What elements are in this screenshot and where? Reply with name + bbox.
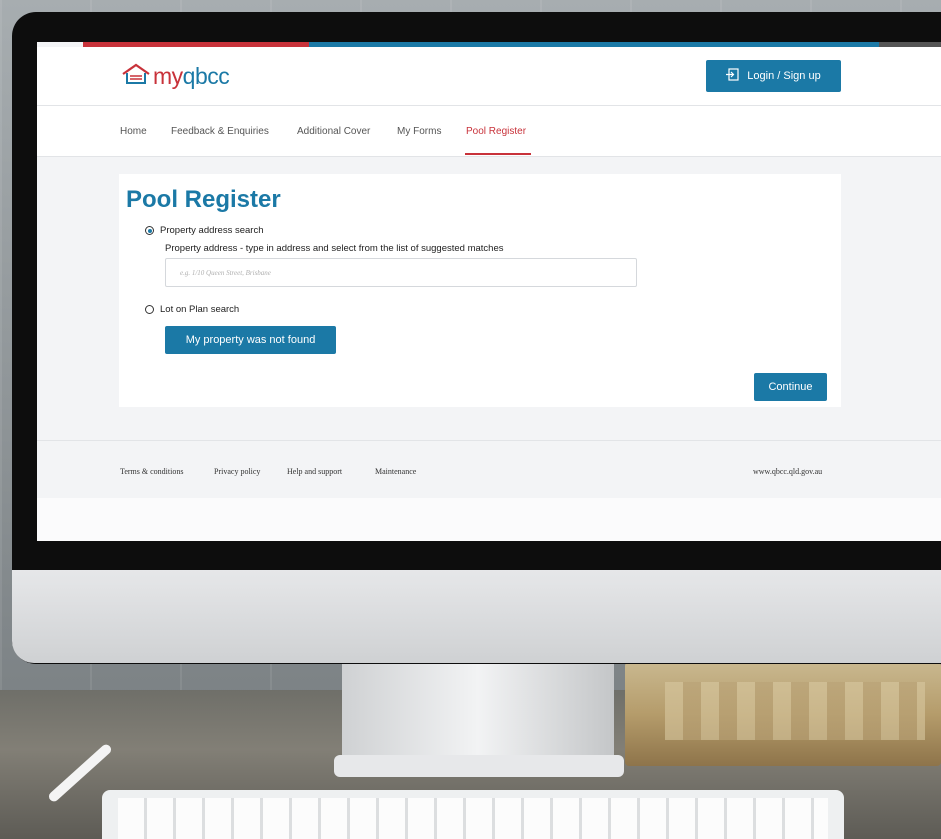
page-title: Pool Register [126, 186, 281, 213]
logo-text-my: my [153, 63, 183, 89]
login-signup-label: Login / Sign up [747, 70, 821, 82]
address-field-label: Property address - type in address and s… [165, 243, 504, 254]
login-signup-button[interactable]: Login / Sign up [706, 60, 841, 92]
pool-register-form: Pool Register Property address search Pr… [119, 174, 841, 407]
keyboard [102, 790, 844, 839]
footer-link-privacy[interactable]: Privacy policy [214, 467, 260, 476]
lot-on-plan-search-option[interactable]: Lot on Plan search [145, 304, 239, 315]
site-header: myqbcc Login / Sign up [37, 47, 941, 106]
myqbcc-logo[interactable]: myqbcc [121, 63, 230, 90]
monitor-stand-base [334, 755, 624, 777]
nav-item-pool-register[interactable]: Pool Register [466, 126, 526, 137]
footer-link-help[interactable]: Help and support [287, 467, 342, 476]
footer-site-link[interactable]: www.qbcc.qld.gov.au [753, 467, 822, 476]
site-footer: Terms & conditions Privacy policy Help a… [37, 440, 941, 499]
house-icon [121, 63, 151, 90]
lot-on-plan-radio[interactable] [145, 305, 154, 314]
logo-text-qbcc: qbcc [182, 63, 230, 89]
footer-link-maintenance[interactable]: Maintenance [375, 467, 416, 476]
stacked-books [625, 662, 941, 766]
address-search-input[interactable] [165, 258, 637, 287]
nav-item-additional-cover[interactable]: Additional Cover [297, 126, 370, 137]
monitor-chin [12, 570, 941, 663]
footer-link-terms[interactable]: Terms & conditions [120, 467, 183, 476]
continue-button[interactable]: Continue [754, 373, 827, 401]
nav-item-feedback-enquiries[interactable]: Feedback & Enquiries [171, 126, 269, 137]
logo-text: myqbcc [153, 63, 230, 90]
browser-screen: myqbcc Login / Sign up Home Feedback & E… [37, 42, 941, 541]
property-address-search-option[interactable]: Property address search [145, 225, 264, 236]
nav-item-my-forms[interactable]: My Forms [397, 126, 441, 137]
nav-active-indicator [465, 153, 531, 155]
main-nav: Home Feedback & Enquiries Additional Cov… [37, 106, 941, 157]
monitor-stand [342, 663, 614, 769]
property-address-radio[interactable] [145, 226, 154, 235]
property-not-found-button[interactable]: My property was not found [165, 326, 336, 354]
property-address-search-label: Property address search [160, 225, 264, 236]
login-icon [726, 68, 739, 84]
page-bottom-band [37, 498, 941, 541]
lot-on-plan-search-label: Lot on Plan search [160, 304, 240, 315]
nav-item-home[interactable]: Home [120, 126, 147, 137]
